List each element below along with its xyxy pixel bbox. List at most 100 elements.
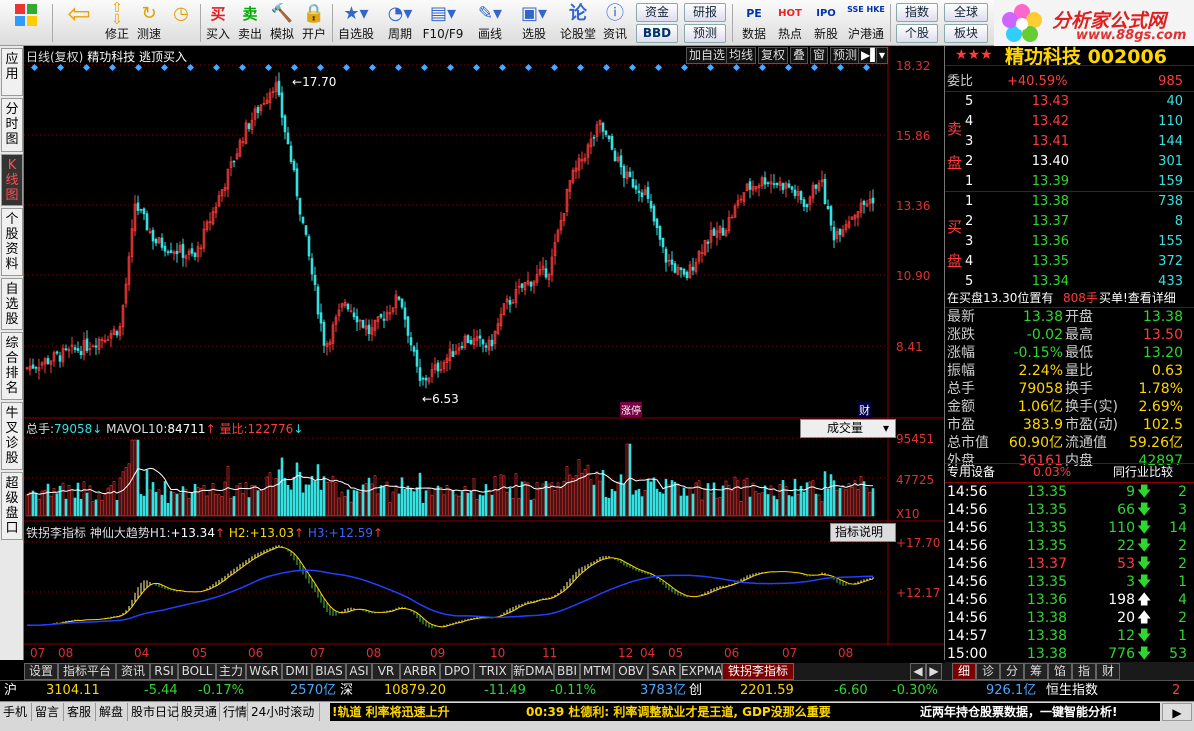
status-item[interactable]: 客服 (64, 703, 96, 721)
info-button[interactable]: ⓘ 资讯 (600, 2, 630, 44)
predict-button[interactable]: 预测 (830, 47, 861, 64)
volume-bar (775, 499, 779, 517)
tab-indicator[interactable]: MTM (580, 663, 614, 680)
tab-ranking[interactable]: 综合排名 (1, 332, 23, 400)
tab-indicator[interactable]: 铁拐李指标 (722, 663, 794, 680)
detail-tab[interactable]: 分 (1000, 663, 1024, 680)
status-item[interactable]: 股市日记 (128, 703, 179, 721)
status-item[interactable]: 股灵通 (178, 703, 220, 721)
tab-indicator[interactable]: OBV (614, 663, 648, 680)
volume-bar (784, 486, 788, 517)
scroll-right-icon[interactable]: ▶ (926, 663, 942, 680)
tab-stock-info[interactable]: 个股资料 (1, 208, 23, 276)
tab-indicator[interactable]: 设置 (24, 663, 58, 680)
ipo-button[interactable]: IPO 新股 (810, 2, 842, 44)
indicator-help-button[interactable]: 指标说明 (830, 523, 896, 542)
finance-badge[interactable]: 财 (858, 402, 871, 418)
detail-tab[interactable]: 指 (1072, 663, 1096, 680)
tab-indicator[interactable]: 新DMA (512, 663, 554, 680)
news-item[interactable]: 近两年持仓股票数据，一键智能分析! (920, 703, 1117, 721)
scroll-right-icon[interactable]: ▶ (1162, 703, 1192, 721)
tab-indicator[interactable]: BOLL (178, 663, 216, 680)
status-item[interactable]: 行情 (220, 703, 248, 721)
sector-button[interactable]: 板块 (944, 24, 988, 43)
tab-kline[interactable]: K线图 (1, 154, 23, 206)
back-button[interactable]: ⇦ (60, 0, 98, 44)
hk-connect-button[interactable]: SSE HKE 沪港通 (846, 2, 886, 44)
tab-application[interactable]: 应用 (1, 48, 23, 96)
speed-test-button[interactable]: ↻ 测速 (134, 2, 164, 44)
tab-indicator[interactable]: 指标平台 (58, 663, 116, 680)
ma-button[interactable]: 均线 (726, 47, 757, 64)
scroll-left-icon[interactable]: ◀ (910, 663, 926, 680)
limit-up-badge[interactable]: 涨停 (620, 402, 642, 417)
news-item[interactable]: !轨道 利率将迅速上升 (332, 703, 450, 721)
tab-diagnosis[interactable]: 牛叉诊股 (1, 402, 23, 470)
home-button[interactable] (4, 2, 48, 44)
data-button[interactable]: PE 数据 (738, 2, 770, 44)
tab-indicator[interactable]: ASI (346, 663, 372, 680)
fund-button[interactable]: 资金 (636, 3, 678, 22)
global-button[interactable]: 全球 (944, 3, 988, 22)
stat-label: 最高 (1065, 327, 1093, 343)
simulate-button[interactable]: 🔨 模拟 (268, 2, 296, 44)
tab-watchlist[interactable]: 自选股 (1, 278, 23, 330)
detail-tab[interactable]: 细 (952, 663, 976, 680)
tab-intraday[interactable]: 分时图 (1, 98, 23, 152)
status-item[interactable]: 解盘 (96, 703, 128, 721)
window-button[interactable]: 窗 (810, 47, 829, 64)
bbd-button[interactable]: BBD (636, 24, 678, 43)
kline-chart-area[interactable]: 日线(复权) 精功科技 逃顶买入 加自选 均线 复权 叠 窗 预测 ▶▌ ▾ 1… (24, 46, 944, 660)
hot-button[interactable]: HOT 热点 (774, 2, 806, 44)
tab-indicator[interactable]: 主力 (216, 663, 246, 680)
news-scroller[interactable]: !轨道 利率将迅速上升 00:39 杜德利: 利率调整就业才是王道, GDP没那… (330, 703, 1160, 721)
volume-indicator-select[interactable]: 成交量 ▾ (800, 419, 896, 438)
period-button[interactable]: ◔▾ 周期 (380, 2, 420, 44)
tab-indicator[interactable]: W&R (246, 663, 282, 680)
tab-indicator[interactable]: ARBR (400, 663, 440, 680)
detail-tab[interactable]: 诊 (976, 663, 1000, 680)
tab-indicator[interactable]: DPO (440, 663, 474, 680)
add-watch-button[interactable]: 加自选 (686, 47, 729, 64)
tab-indicator[interactable]: TRIX (474, 663, 512, 680)
status-item[interactable]: 留言 (32, 703, 64, 721)
big-order-link[interactable]: 买单!查看详细 (1099, 290, 1185, 307)
sell-button[interactable]: 卖卖出 (236, 2, 264, 44)
detail-tab[interactable]: 馅 (1048, 663, 1072, 680)
detail-tab[interactable]: 筹 (1024, 663, 1048, 680)
clock-button[interactable]: ◷ (168, 2, 194, 44)
tab-indicator[interactable]: VR (372, 663, 400, 680)
research-button[interactable]: 研报 (684, 3, 726, 22)
chevron-down-icon[interactable]: ▾ (876, 47, 889, 64)
tab-indicator[interactable]: BBI (554, 663, 580, 680)
watchlist-button[interactable]: ★▾ 自选股 (336, 2, 376, 44)
overlay-button[interactable]: 叠 (790, 47, 809, 64)
status-item[interactable]: 24小时滚动 (248, 703, 320, 721)
tab-indicator[interactable]: 资讯 (116, 663, 150, 680)
volume-bar (136, 439, 140, 517)
f10-button[interactable]: ▤▾ F10/F9 (422, 2, 464, 44)
tab-indicator[interactable]: RSI (150, 663, 178, 680)
adjust-button[interactable]: 复权 (758, 47, 789, 64)
tab-super-quote[interactable]: 超级盘口 (1, 472, 23, 540)
detail-tab[interactable]: 财 (1096, 663, 1120, 680)
select-stock-button[interactable]: ▣▾ 选股 (514, 2, 554, 44)
tab-indicator[interactable]: BIAS (312, 663, 346, 680)
news-item[interactable]: 00:39 杜德利: 利率调整就业才是王道, GDP没那么重要 (526, 703, 831, 721)
modify-button[interactable]: ⇧ ⇩ 修正 (104, 1, 130, 44)
open-account-button[interactable]: 🔒 开户 (300, 2, 328, 44)
forum-button[interactable]: 论论股堂 (558, 2, 598, 44)
sector-compare-link[interactable]: 同行业比较 (1113, 464, 1187, 481)
volume-bar (532, 498, 536, 517)
tab-indicator[interactable]: SAR (648, 663, 680, 680)
index-button[interactable]: 指数 (896, 3, 938, 22)
tab-indicator[interactable]: DMI (282, 663, 312, 680)
volume-bar (298, 471, 302, 517)
volume-bar (223, 481, 227, 517)
stock-button[interactable]: 个股 (896, 24, 938, 43)
status-item[interactable]: 手机 (0, 703, 32, 721)
buy-button[interactable]: 买买入 (204, 2, 232, 44)
draw-line-button[interactable]: ✎▾ 画线 (470, 2, 510, 44)
forecast-button[interactable]: 预测 (684, 24, 726, 43)
tab-indicator[interactable]: EXPMA (680, 663, 723, 680)
